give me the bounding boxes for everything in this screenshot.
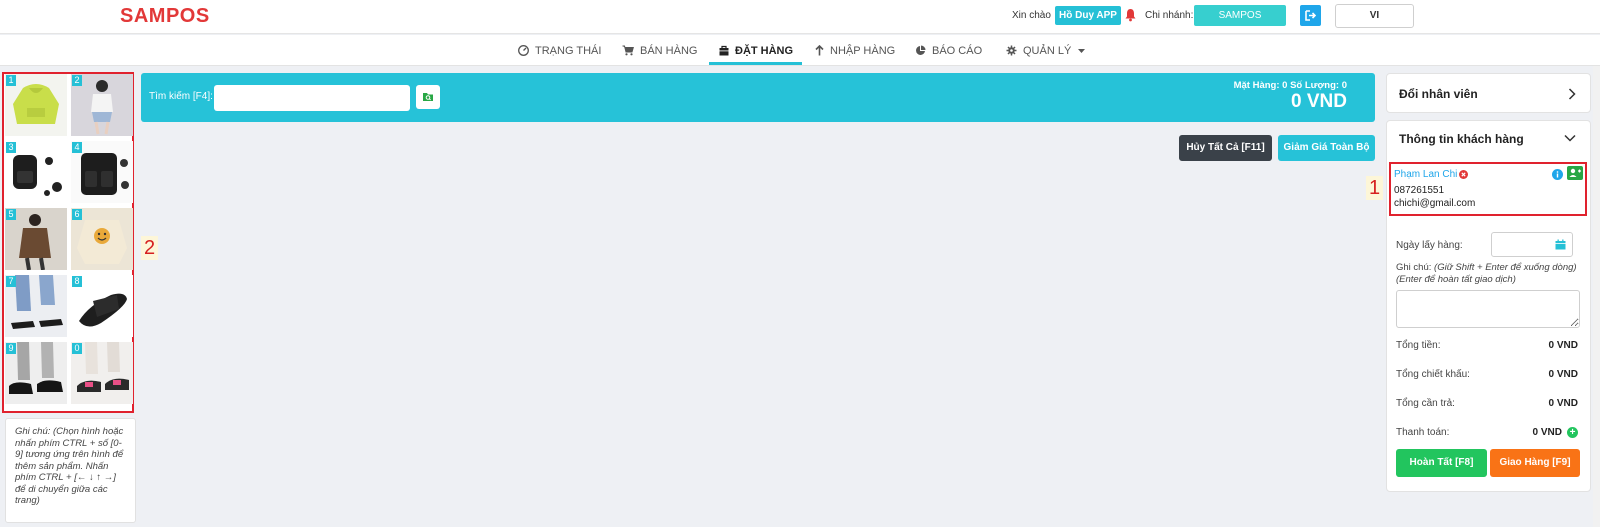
discount-all-button[interactable]: Giảm Giá Toàn Bộ	[1278, 135, 1375, 161]
summary-value: 0 VND	[1532, 427, 1562, 438]
nav-label: ĐẶT HÀNG	[735, 44, 794, 57]
pickup-date-label: Ngày lấy hàng:	[1396, 240, 1463, 251]
dashboard-icon	[518, 45, 529, 56]
annotation-label-1: 1	[1366, 176, 1384, 200]
product-number: 6	[72, 209, 82, 220]
product-tile[interactable]: 2	[71, 74, 133, 136]
app-logo[interactable]: SAMPOS	[120, 5, 210, 28]
product-tile[interactable]: 9	[5, 342, 67, 404]
calendar-icon	[1555, 239, 1566, 250]
nav-ban-hang[interactable]: BÁN HÀNG	[622, 35, 697, 66]
nav-quan-ly[interactable]: QUẢN LÝ	[1006, 35, 1086, 66]
product-number: 8	[72, 276, 82, 287]
nav-label: BÁN HÀNG	[640, 44, 698, 57]
product-tile[interactable]: 4	[71, 141, 133, 203]
nav-label: NHẬP HÀNG	[830, 44, 896, 57]
product-grid: 1 2 3 4 5 6 7 8 9 0	[2, 72, 134, 413]
product-number: 7	[6, 276, 16, 287]
nav-label: QUẢN LÝ	[1023, 44, 1072, 57]
annotation-label-2: 2	[141, 236, 159, 260]
page-scrollbar[interactable]	[1593, 66, 1600, 527]
nav-trang-thai[interactable]: TRẠNG THÁI	[518, 35, 601, 66]
arrow-up-icon	[815, 45, 824, 56]
product-tile[interactable]: 1	[5, 74, 67, 136]
logout-button[interactable]	[1300, 5, 1321, 26]
product-tile[interactable]: 3	[5, 141, 67, 203]
summary-label: Tổng tiền:	[1396, 340, 1441, 351]
note-label-text: Ghi chú:	[1396, 262, 1432, 273]
caret-down-icon	[1078, 48, 1086, 53]
order-total: 0 VND	[1291, 91, 1347, 112]
product-number: 0	[72, 343, 82, 354]
chevron-down-icon[interactable]	[1564, 134, 1576, 142]
product-tile[interactable]: 6	[71, 208, 133, 270]
change-staff-title: Đổi nhân viên	[1399, 87, 1478, 101]
cart-icon	[622, 45, 634, 56]
search-bar: Tìm kiếm [F4]: Mặt Hàng: 0 Số Lượng: 0 0…	[141, 73, 1375, 122]
summary-value: 0 VND	[1548, 340, 1578, 351]
search-input[interactable]	[214, 85, 410, 111]
greeting-text: Xin chào	[1012, 10, 1051, 21]
pickup-date-input[interactable]	[1491, 232, 1573, 257]
search-label: Tìm kiếm [F4]:	[149, 91, 213, 102]
remove-customer-icon[interactable]	[1459, 170, 1468, 179]
product-number: 1	[6, 75, 16, 86]
pie-chart-icon	[916, 45, 926, 55]
logout-icon	[1305, 10, 1317, 21]
customer-info-icon[interactable]	[1552, 169, 1563, 180]
note-label: Ghi chú: (Giữ Shift + Enter để xuống dòn…	[1396, 262, 1586, 286]
nav-bao-cao[interactable]: BÁO CÁO	[915, 35, 982, 66]
product-number: 5	[6, 209, 16, 220]
customer-info-title[interactable]: Thông tin khách hàng	[1399, 132, 1524, 146]
add-customer-icon[interactable]	[1567, 166, 1583, 180]
delivery-button[interactable]: Giao Hàng [F9]	[1490, 449, 1580, 477]
summary-value: 0 VND	[1548, 398, 1578, 409]
active-tab-indicator	[709, 62, 802, 65]
customer-email: chichi@gmail.com	[1394, 198, 1476, 209]
change-staff-card[interactable]: Đổi nhân viên	[1386, 73, 1591, 113]
gear-icon	[1006, 45, 1017, 56]
product-number: 3	[6, 142, 16, 153]
add-payment-icon[interactable]: +	[1567, 427, 1578, 438]
main-nav: TRẠNG THÁI BÁN HÀNG ĐẶT HÀNG NHẬP HÀNG B…	[0, 35, 1600, 66]
product-tile[interactable]: 0	[71, 342, 133, 404]
product-tile[interactable]: 7	[5, 275, 67, 337]
cancel-all-button[interactable]: Hủy Tất Cả [F11]	[1179, 135, 1272, 161]
product-tile[interactable]: 8	[71, 275, 133, 337]
item-count: Mặt Hàng: 0 Số Lượng: 0	[1233, 80, 1347, 91]
folder-search-icon	[423, 93, 433, 101]
user-badge[interactable]: Hồ Duy APP	[1055, 6, 1121, 25]
nav-nhap-hang[interactable]: NHẬP HÀNG	[815, 35, 895, 66]
search-folder-button[interactable]	[416, 85, 440, 109]
customer-name[interactable]: Phạm Lan Chi	[1394, 169, 1457, 180]
bag-icon	[719, 45, 729, 56]
summary-label: Tổng cần trả:	[1396, 398, 1455, 409]
product-number: 4	[72, 142, 82, 153]
language-button[interactable]: VI	[1335, 4, 1414, 28]
product-hint: Ghi chú: (Chọn hình hoặc nhấn phím CTRL …	[5, 418, 136, 523]
bell-icon[interactable]	[1124, 8, 1137, 22]
product-number: 2	[72, 75, 82, 86]
customer-phone: 087261551	[1394, 185, 1445, 196]
branch-label: Chi nhánh:	[1145, 10, 1194, 21]
nav-label: TRẠNG THÁI	[535, 44, 602, 57]
summary-label: Tổng chiết khấu:	[1396, 369, 1470, 380]
top-header: SAMPOS Xin chào Hồ Duy APP Chi nhánh: SA…	[0, 0, 1600, 34]
complete-button[interactable]: Hoàn Tất [F8]	[1396, 449, 1487, 477]
product-tile[interactable]: 5	[5, 208, 67, 271]
nav-label: BÁO CÁO	[932, 44, 983, 57]
product-number: 9	[6, 343, 16, 354]
note-textarea[interactable]	[1396, 290, 1580, 328]
branch-selector[interactable]: SAMPOS	[1194, 5, 1286, 26]
chevron-right-icon	[1568, 88, 1576, 100]
summary-value: 0 VND	[1548, 369, 1578, 380]
summary-label: Thanh toán:	[1396, 427, 1450, 438]
